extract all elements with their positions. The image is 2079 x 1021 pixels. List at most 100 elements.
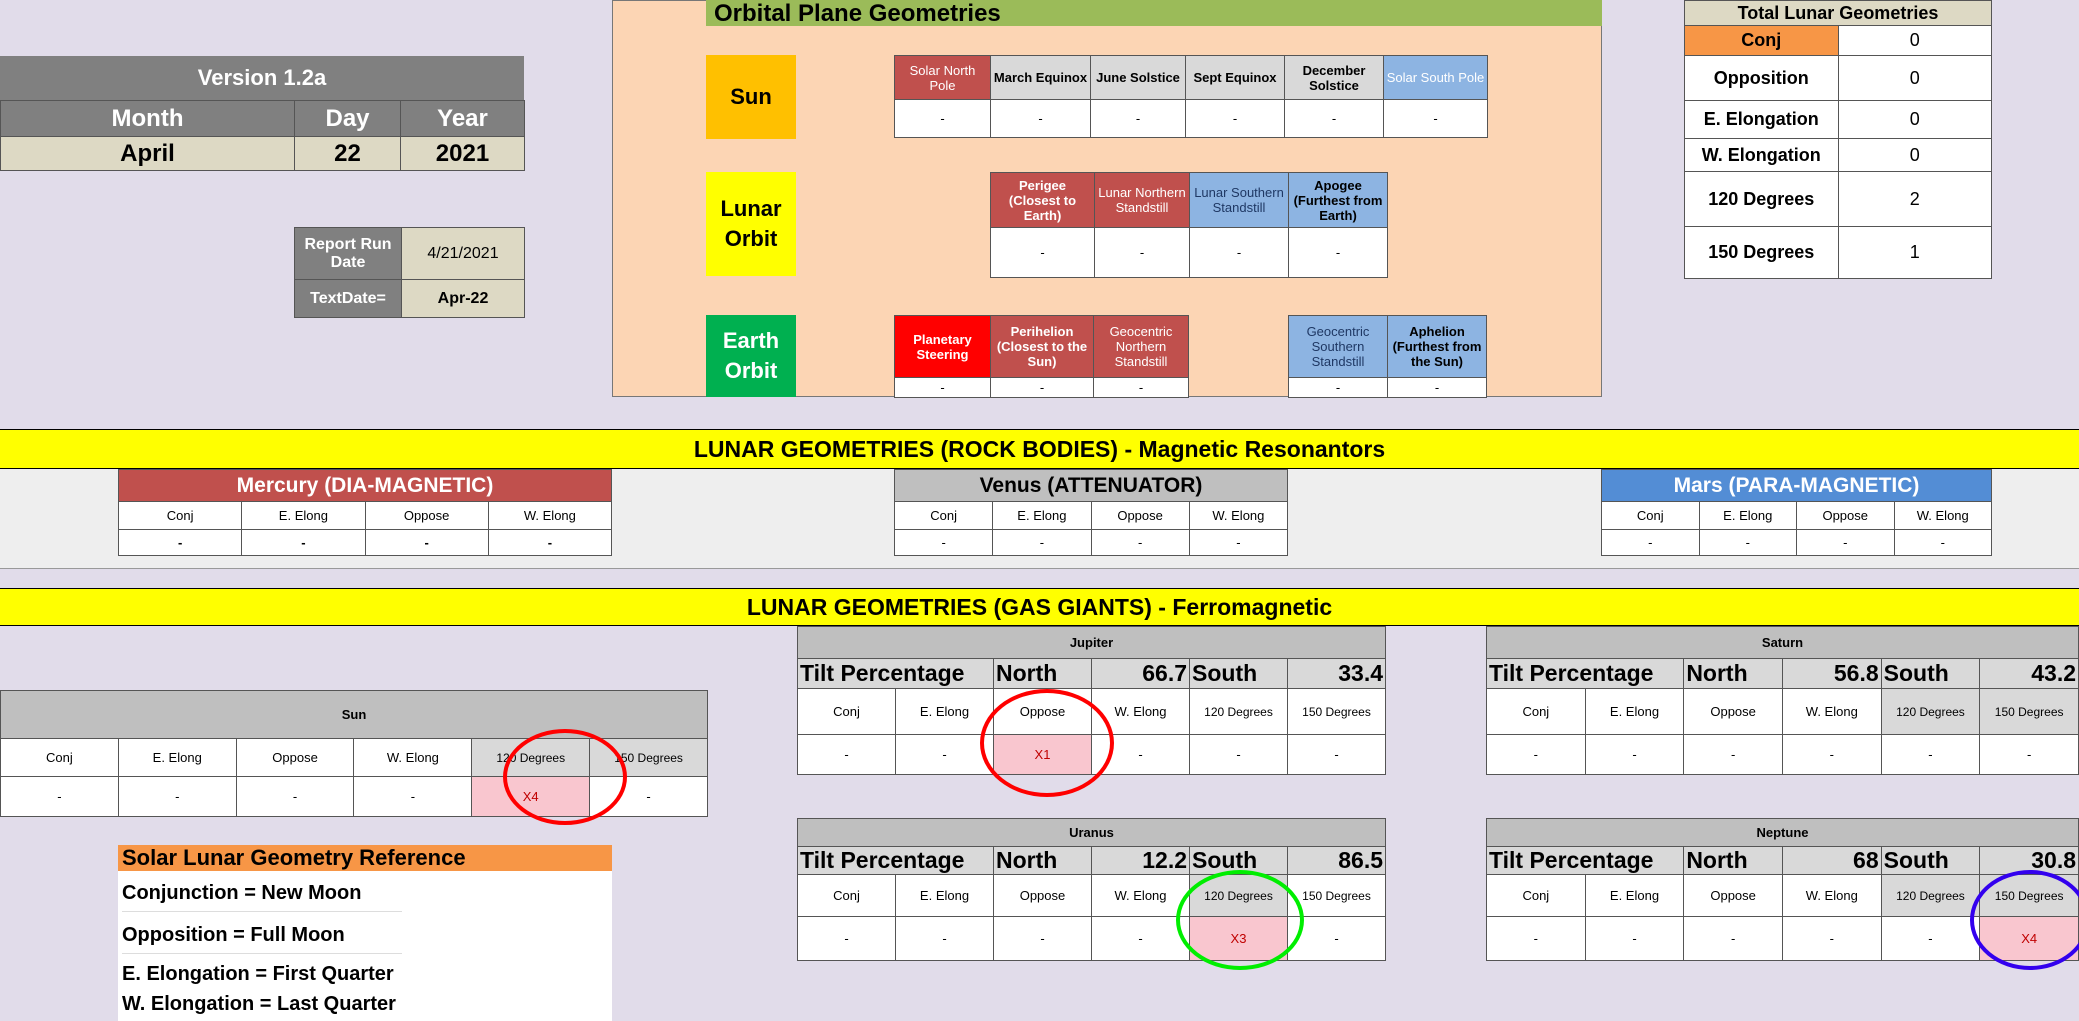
gas-sun-value[interactable]: - [117, 776, 237, 817]
day-value[interactable]: 22 [294, 136, 401, 171]
june-solstice-header: June Solstice [1090, 55, 1186, 100]
orbital-sun-value[interactable]: - [1185, 99, 1285, 138]
orbital-sun-value[interactable]: - [894, 99, 991, 138]
uranus-value[interactable]: - [895, 916, 994, 961]
month-value[interactable]: April [0, 136, 295, 171]
saturn-value[interactable]: - [1486, 734, 1586, 775]
rock-header: Oppose [1796, 501, 1895, 530]
gas-sun-value[interactable]: - [0, 776, 119, 817]
orbital-sun-value[interactable]: - [990, 99, 1091, 138]
rock-header: Oppose [364, 501, 489, 530]
totals-label: 150 Degrees [1684, 226, 1839, 279]
totals-value: 1 [1837, 226, 1992, 279]
neptune-value[interactable]: - [1486, 916, 1586, 961]
rock-header: Conj [117, 501, 243, 530]
venus-value[interactable]: - [1090, 529, 1190, 556]
orbital-lunar-value[interactable]: - [1288, 227, 1388, 278]
lunar-southern-standstill-header: Lunar Southern Standstill [1189, 172, 1289, 228]
orbital-lunar-value[interactable]: - [990, 227, 1095, 278]
orbital-sun-value[interactable]: - [1090, 99, 1186, 138]
gas-header: Conj [797, 688, 896, 735]
gas-header: 120 Degrees [1880, 874, 1981, 917]
orbital-lunar-label: Lunar Orbit [706, 172, 796, 276]
saturn-value[interactable]: - [1683, 734, 1783, 775]
year-value[interactable]: 2021 [400, 136, 525, 171]
saturn-value[interactable]: - [1781, 734, 1882, 775]
orbital-earth-value[interactable]: - [990, 377, 1094, 398]
highlight-circle-green [1176, 870, 1304, 970]
reference-title: Solar Lunar Geometry Reference [118, 845, 612, 871]
orbital-lunar-value[interactable]: - [1189, 227, 1289, 278]
saturn-value[interactable]: - [1880, 734, 1981, 775]
totals-table: Total Lunar Geometries Conj 0 Opposition… [1684, 0, 1992, 279]
neptune-south-label: South [1880, 846, 1981, 875]
gas-header: 150 Degrees [1979, 688, 2079, 735]
uranus-title: Uranus [797, 818, 1386, 847]
orbital-earth-value[interactable]: - [1093, 377, 1189, 398]
venus-value[interactable]: - [1188, 529, 1289, 556]
orbital-sun-label: Sun [706, 55, 796, 139]
neptune-value[interactable]: - [1880, 916, 1981, 961]
mars-value[interactable]: - [1796, 529, 1895, 556]
report-table: Report Run Date 4/21/2021 TextDate= Apr-… [294, 227, 525, 318]
planetary-steering-header: Planetary Steering [894, 315, 991, 378]
jupiter-value[interactable]: - [895, 734, 994, 775]
neptune-value[interactable]: - [1683, 916, 1783, 961]
text-date-value[interactable]: Apr-22 [401, 279, 525, 318]
mercury-value[interactable]: - [241, 529, 366, 556]
reference-line: Opposition = Full Moon [122, 918, 402, 954]
mars-value[interactable]: - [1893, 529, 1992, 556]
mercury-value[interactable]: - [487, 529, 613, 556]
mercury-value[interactable]: - [117, 529, 243, 556]
rock-header: E. Elong [992, 501, 1092, 530]
orbital-earth-value[interactable]: - [1387, 377, 1487, 398]
saturn-north-value: 56.8 [1781, 658, 1882, 689]
jupiter-value[interactable]: - [1189, 734, 1288, 775]
orbital-sun-value[interactable]: - [1284, 99, 1384, 138]
venus-value[interactable]: - [893, 529, 994, 556]
gas-header: E. Elong [1584, 874, 1685, 917]
rock-header: W. Elong [1893, 501, 1992, 530]
mars-value[interactable]: - [1698, 529, 1797, 556]
totals-title: Total Lunar Geometries [1684, 0, 1992, 26]
rock-header: Oppose [1090, 501, 1190, 530]
neptune-value[interactable]: - [1781, 916, 1882, 961]
mercury-value[interactable]: - [364, 529, 489, 556]
apogee-header: Apogee (Furthest from Earth) [1288, 172, 1388, 228]
uranus-value[interactable]: - [797, 916, 896, 961]
reference-line: Conjunction = New Moon [122, 876, 402, 912]
gas-header: E. Elong [895, 874, 994, 917]
uranus-south-value: 86.5 [1287, 846, 1386, 875]
orbital-lunar-value[interactable]: - [1094, 227, 1190, 278]
solar-north-pole-header: Solar North Pole [894, 55, 991, 100]
jupiter-value[interactable]: - [797, 734, 896, 775]
neptune-north-label: North [1683, 846, 1783, 875]
uranus-north-value: 12.2 [1091, 846, 1190, 875]
rock-header: W. Elong [487, 501, 613, 530]
rock-header: W. Elong [1188, 501, 1289, 530]
aphelion-header: Aphelion (Furthest from the Sun) [1387, 315, 1487, 378]
orbital-earth-value[interactable]: - [894, 377, 991, 398]
gas-header: W. Elong [1091, 874, 1190, 917]
uranus-value[interactable]: - [1091, 916, 1190, 961]
gas-header: Oppose [1683, 688, 1783, 735]
mars-value[interactable]: - [1601, 529, 1700, 556]
neptune-value[interactable]: - [1584, 916, 1685, 961]
gas-sun-value[interactable]: - [235, 776, 355, 817]
jupiter-value[interactable]: - [1287, 734, 1386, 775]
gas-header: Conj [0, 738, 119, 777]
highlight-circle-blue [1970, 870, 2079, 970]
orbital-earth-left-table: Planetary Steering Perihelion (Closest t… [894, 315, 1189, 398]
orbital-earth-value[interactable]: - [1288, 377, 1388, 398]
gas-header: 150 Degrees [1287, 688, 1386, 735]
gas-sun-value[interactable]: - [353, 776, 473, 817]
report-run-value[interactable]: 4/21/2021 [401, 227, 525, 280]
orbital-earth-right-table: Geocentric Southern Standstill Aphelion … [1288, 315, 1487, 398]
saturn-value[interactable]: - [1584, 734, 1685, 775]
totals-value: 0 [1837, 100, 1992, 139]
orbital-sun-value[interactable]: - [1383, 99, 1488, 138]
venus-value[interactable]: - [992, 529, 1092, 556]
uranus-value[interactable]: - [993, 916, 1092, 961]
year-label: Year [400, 100, 525, 137]
saturn-value[interactable]: - [1979, 734, 2079, 775]
